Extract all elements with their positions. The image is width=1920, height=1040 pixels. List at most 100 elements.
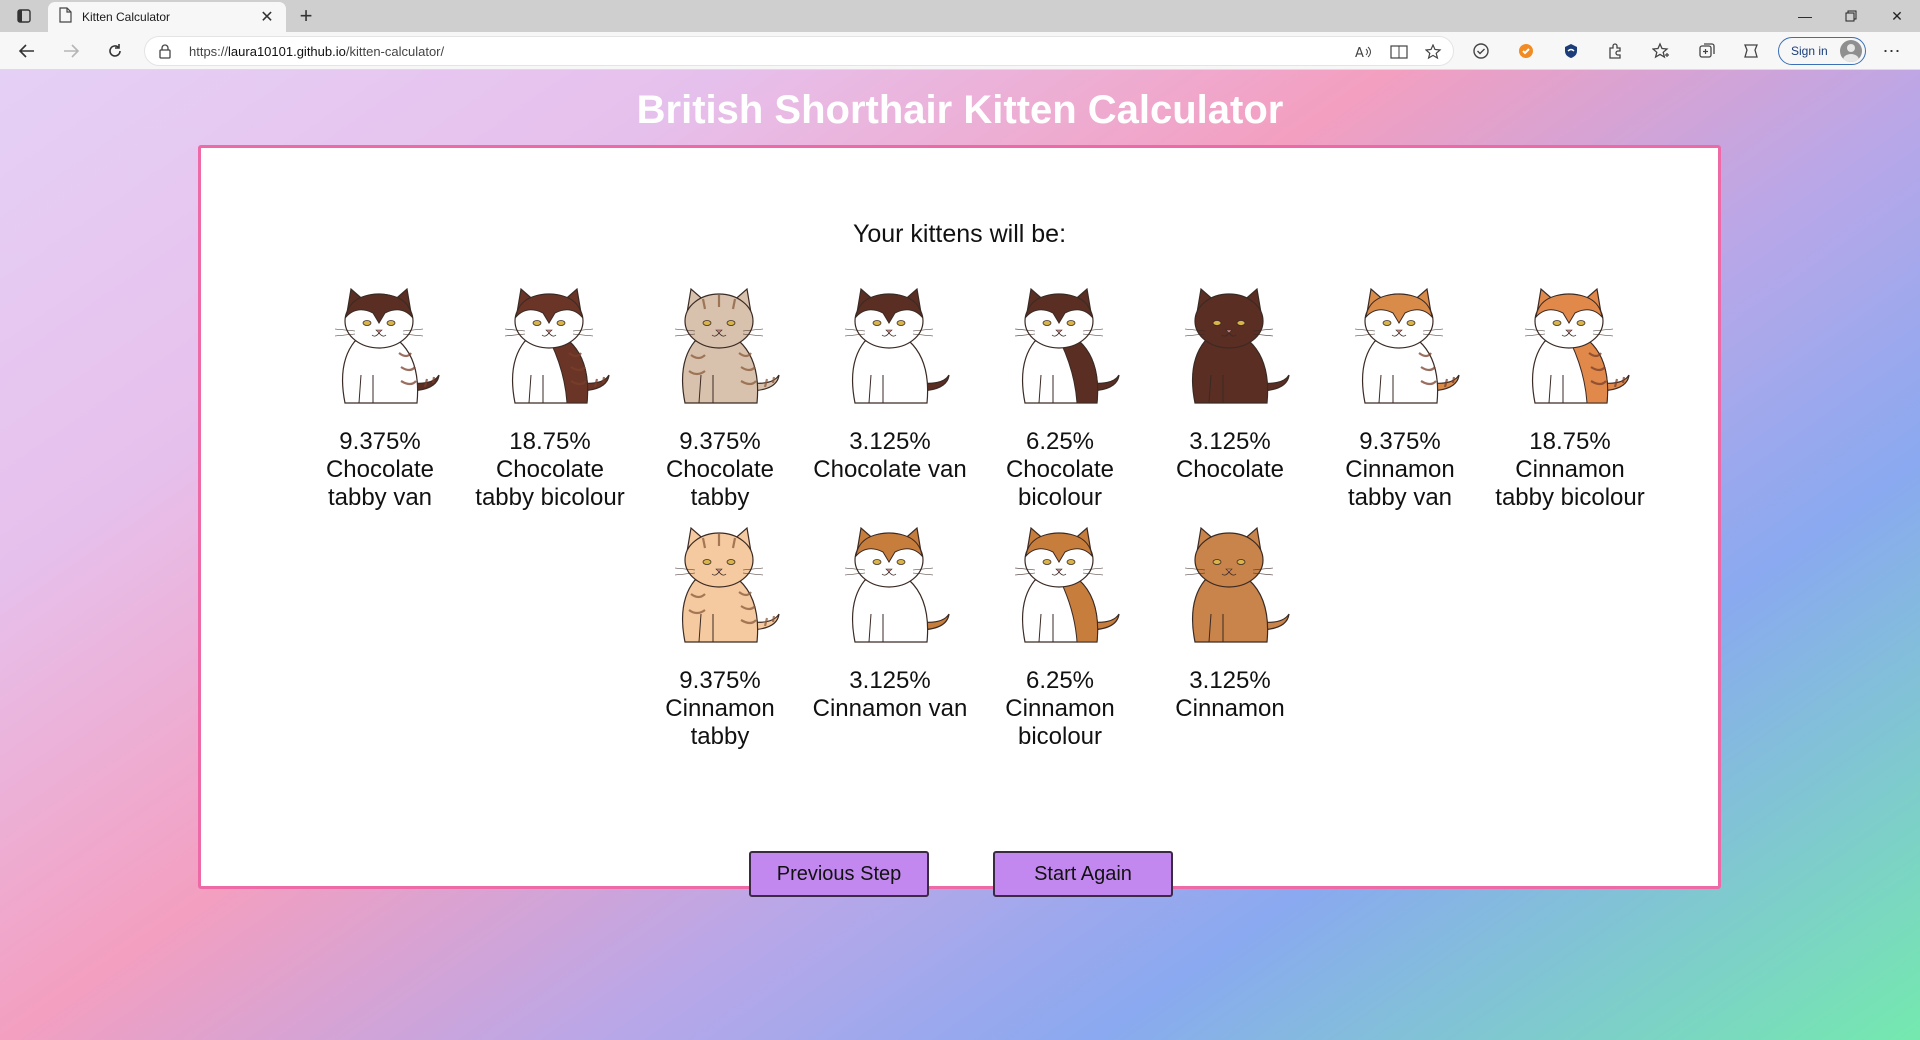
lock-icon[interactable] (159, 44, 171, 64)
sign-in-label: Sign in (1791, 44, 1828, 58)
kitten-left-eye (1212, 320, 1222, 326)
kitten-body (851, 340, 929, 404)
read-aloud-icon[interactable]: A (1353, 43, 1375, 61)
kitten-right-eye (1236, 320, 1246, 326)
chocolate-van-kitten-icon (844, 287, 950, 404)
kitten-result: 6.25% Chocolate bicolour (975, 283, 1145, 512)
kitten-body (1191, 579, 1269, 643)
kitten-right-eye (386, 320, 396, 326)
kitten-percent: 6.25% (1025, 428, 1095, 455)
page-viewport: British Shorthair Kitten Calculator Your… (0, 70, 1920, 1040)
url-text[interactable]: https://laura10101.github.io/kitten-calc… (189, 44, 444, 59)
kitten-percent: 6.25% (1025, 667, 1095, 694)
tabby-stripe (771, 376, 776, 384)
kitten-body (681, 579, 759, 643)
tab-title: Kitten Calculator (82, 10, 171, 24)
kitten-left-eye (872, 559, 882, 565)
kitten-percent: 9.375% (339, 428, 421, 455)
more-options-icon[interactable]: ⋯ (1880, 41, 1904, 61)
results-card: Your kittens will be: 9.375% Chocolate t… (198, 145, 1721, 897)
cinnamon-tabby-bicolour-kitten-icon (1524, 287, 1630, 404)
kitten-head (1194, 293, 1264, 349)
kitten-left-eye (532, 320, 542, 326)
url-prefix: https:// (189, 44, 229, 59)
kitten-body (341, 340, 419, 404)
kitten-name: Chocolate tabby (665, 456, 775, 511)
browser-essentials-icon[interactable] (1470, 41, 1492, 61)
chocolate-bicolour-kitten-icon (1014, 287, 1120, 404)
kitten-left-eye (702, 559, 712, 565)
collections-icon[interactable] (1696, 41, 1718, 61)
chocolate-tabby-kitten-icon (674, 287, 780, 404)
extensions-icon[interactable] (1604, 41, 1626, 61)
kitten-name: Cinnamon tabby van (1345, 456, 1455, 511)
kitten-name: Chocolate van (813, 456, 967, 483)
kitten-name: Cinnamon tabby (665, 695, 775, 750)
extension-orange-icon[interactable] (1515, 41, 1537, 61)
forward-icon[interactable] (56, 37, 86, 65)
kitten-name: Chocolate tabby van (325, 456, 435, 511)
kitten-percent: 18.75% (1529, 428, 1611, 455)
kitten-head (1194, 532, 1264, 588)
back-icon[interactable] (12, 37, 42, 65)
kitten-right-eye (896, 320, 906, 326)
page-icon (58, 6, 72, 28)
kitten-left-eye (702, 320, 712, 326)
kitten-result: 3.125% Chocolate van (805, 283, 975, 484)
refresh-icon[interactable] (100, 37, 130, 65)
kitten-left-eye (1042, 559, 1052, 565)
favorites-icon[interactable] (1650, 41, 1672, 61)
kitten-right-eye (896, 559, 906, 565)
tabby-stripe (1451, 376, 1456, 384)
kitten-right-eye (556, 320, 566, 326)
url-path: /kitten-calculator/ (345, 44, 445, 59)
restore-icon[interactable] (1828, 0, 1874, 32)
kitten-percent: 3.125% (849, 428, 931, 455)
cinnamon-van-kitten-icon (844, 526, 950, 643)
minimize-icon[interactable]: — (1782, 0, 1828, 32)
kitten-right-eye (726, 320, 736, 326)
avatar-icon (1840, 40, 1862, 62)
extension-shield-icon[interactable] (1560, 41, 1582, 61)
kitten-result: 3.125% Cinnamon van (805, 522, 975, 723)
chocolate-tabby-van-kitten-icon (334, 287, 440, 404)
cinnamon-bicolour-kitten-icon (1014, 526, 1120, 643)
copilot-icon[interactable] (1740, 41, 1762, 61)
kitten-right-eye (726, 559, 736, 565)
kitten-result: 9.375% Cinnamon tabby (635, 522, 805, 751)
address-bar[interactable]: https://laura10101.github.io/kitten-calc… (144, 36, 1454, 66)
kitten-result: 9.375% Cinnamon tabby van (1315, 283, 1485, 512)
chocolate-kitten-icon (1184, 287, 1290, 404)
browser-toolbar: https://laura10101.github.io/kitten-calc… (0, 32, 1920, 70)
results-intro: Your kittens will be: (852, 220, 1067, 248)
tabby-stripe (431, 376, 436, 384)
tab-actions-icon[interactable] (10, 4, 38, 28)
kitten-name: Chocolate bicolour (1005, 456, 1115, 511)
kitten-name: Cinnamon (1175, 695, 1285, 722)
immersive-reader-icon[interactable] (1388, 43, 1410, 61)
kitten-percent: 9.375% (679, 428, 761, 455)
kitten-left-eye (1212, 559, 1222, 565)
add-favorite-icon[interactable] (1423, 43, 1445, 61)
kitten-right-eye (1406, 320, 1416, 326)
cinnamon-tabby-van-kitten-icon (1354, 287, 1460, 404)
kitten-percent: 3.125% (1189, 428, 1271, 455)
kitten-right-eye (1066, 559, 1076, 565)
kitten-name: Cinnamon bicolour (1005, 695, 1115, 750)
browser-tab[interactable]: Kitten Calculator ✕ (48, 2, 286, 32)
kitten-percent: 3.125% (849, 667, 931, 694)
close-window-icon[interactable]: ✕ (1874, 0, 1920, 32)
cinnamon-kitten-icon (1184, 526, 1290, 643)
previous-step-button[interactable]: Previous Step (749, 851, 929, 897)
new-tab-icon[interactable]: + (292, 3, 320, 28)
kitten-right-eye (1236, 559, 1246, 565)
kitten-name: Cinnamon van (812, 695, 968, 722)
kitten-name: Cinnamon tabby bicolour (1495, 456, 1645, 511)
start-again-button[interactable]: Start Again (993, 851, 1173, 897)
kitten-body (1191, 340, 1269, 404)
svg-text:A: A (1355, 46, 1364, 59)
kitten-left-eye (1552, 320, 1562, 326)
close-tab-icon[interactable]: ✕ (258, 8, 276, 26)
sign-in-button[interactable]: Sign in (1778, 37, 1866, 65)
kitten-percent: 3.125% (1189, 667, 1271, 694)
